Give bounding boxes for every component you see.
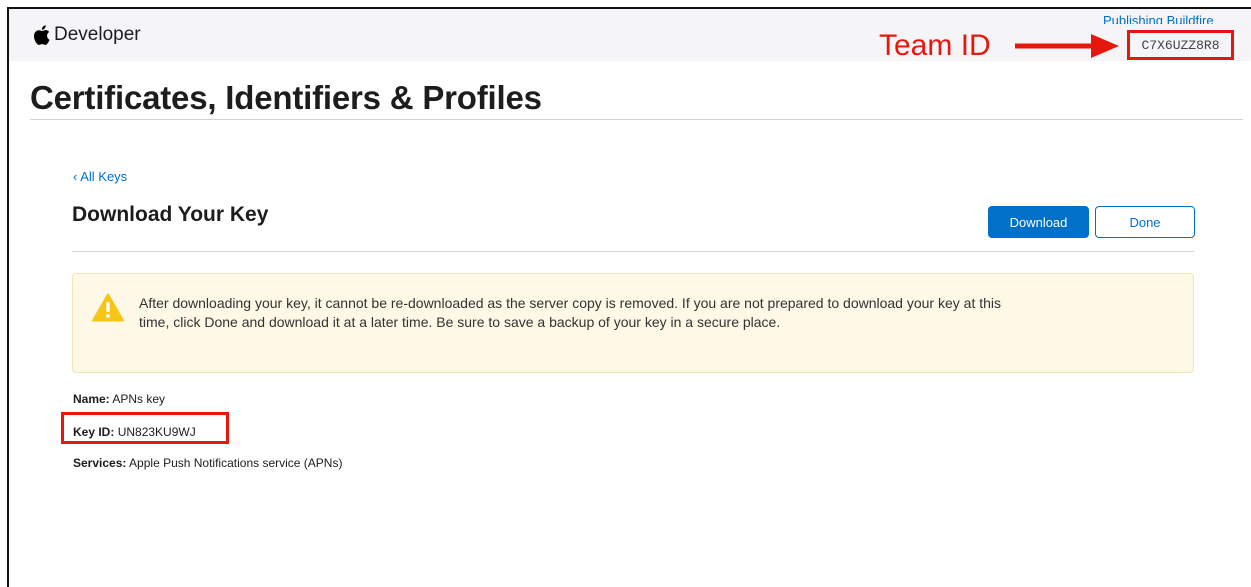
warning-text: After downloading your key, it cannot be… bbox=[139, 295, 1002, 330]
done-button[interactable]: Done bbox=[1095, 206, 1195, 238]
warning-banner: After downloading your key, it cannot be… bbox=[72, 273, 1194, 373]
back-to-all-keys-link[interactable]: ‹ All Keys bbox=[73, 169, 127, 184]
detail-services-label: Services: bbox=[73, 456, 127, 470]
detail-name-label: Name: bbox=[73, 392, 110, 406]
brand-label: Developer bbox=[54, 24, 141, 45]
detail-services-value: Apple Push Notifications service (APNs) bbox=[129, 456, 343, 470]
detail-name-value: APNs key bbox=[112, 392, 166, 406]
warning-icon bbox=[92, 293, 124, 327]
detail-key-id-label: Key ID: bbox=[73, 425, 115, 439]
page-title: Certificates, Identifiers & Profiles bbox=[30, 79, 542, 116]
detail-name: Name: APNs key bbox=[73, 392, 165, 406]
global-header: Developer Team ID Publishing Buildfire C… bbox=[9, 9, 1251, 63]
detail-services: Services: Apple Push Notifications servi… bbox=[73, 456, 342, 470]
detail-key-id: Key ID: UN823KU9WJ bbox=[73, 425, 196, 439]
section-title: Download Your Key bbox=[72, 203, 269, 226]
title-divider bbox=[30, 119, 1243, 120]
browser-window: Developer Team ID Publishing Buildfire C… bbox=[7, 7, 1251, 587]
section-divider bbox=[72, 251, 1194, 252]
team-id-value: C7X6UZZ8R8 bbox=[1141, 37, 1220, 53]
download-button[interactable]: Download bbox=[988, 206, 1089, 238]
detail-key-id-value: UN823KU9WJ bbox=[117, 425, 196, 439]
developer-home-link[interactable]: Developer bbox=[33, 24, 141, 46]
arrow-right-icon bbox=[1013, 34, 1121, 63]
apple-logo-icon bbox=[33, 25, 50, 45]
team-id-annotation-label: Team ID bbox=[879, 29, 991, 62]
account-name-link[interactable]: Publishing Buildfire bbox=[1103, 12, 1214, 24]
team-id-highlight: C7X6UZZ8R8 bbox=[1127, 30, 1234, 60]
